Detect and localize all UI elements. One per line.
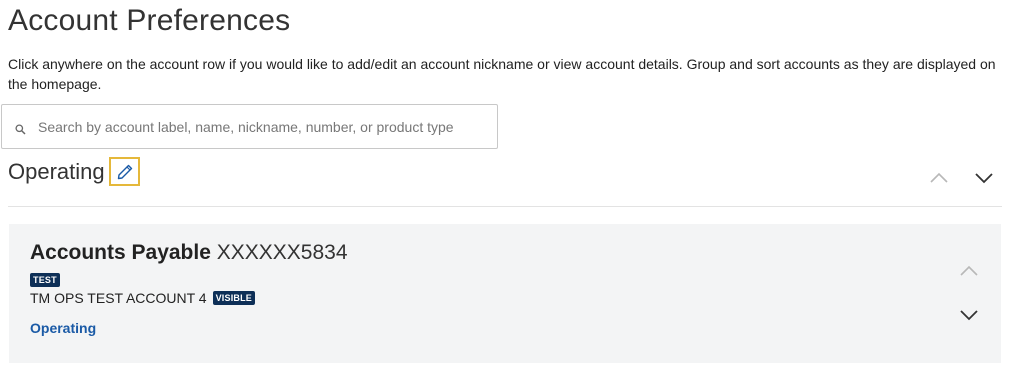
account-move-down-button[interactable] [959,308,979,327]
search-box[interactable] [1,104,498,149]
chevron-down-icon [975,173,993,184]
group-title: Operating [8,159,105,184]
account-name: Accounts Payable [30,241,211,264]
visibility-badge: VISIBLE [212,291,256,305]
group-move-down-button[interactable] [974,171,994,190]
account-move-up-button[interactable] [959,264,979,283]
account-group-link[interactable]: Operating [30,320,96,336]
chevron-up-icon [930,172,948,183]
chevron-up-icon [960,265,978,276]
account-title: Accounts Payable XXXXXX5834 [30,241,348,265]
account-number: XXXXXX5834 [216,241,348,264]
chevron-down-icon [960,310,978,321]
group-header: Operating [8,155,1002,207]
account-row[interactable]: Accounts Payable XXXXXX5834 TEST TM OPS … [9,224,1001,363]
account-description: TM OPS TEST ACCOUNT 4 [30,290,207,306]
search-input[interactable] [38,105,497,148]
page-title: Account Preferences [8,4,291,37]
pencil-icon [117,164,132,179]
group-move-up-button[interactable] [929,171,949,190]
account-description-row: TM OPS TEST ACCOUNT 4 VISIBLE [30,290,256,306]
page-intro-text: Click anywhere on the account row if you… [8,56,996,92]
edit-group-name-button[interactable] [109,157,140,186]
search-icon [2,118,38,135]
account-label-badge: TEST [30,273,60,287]
